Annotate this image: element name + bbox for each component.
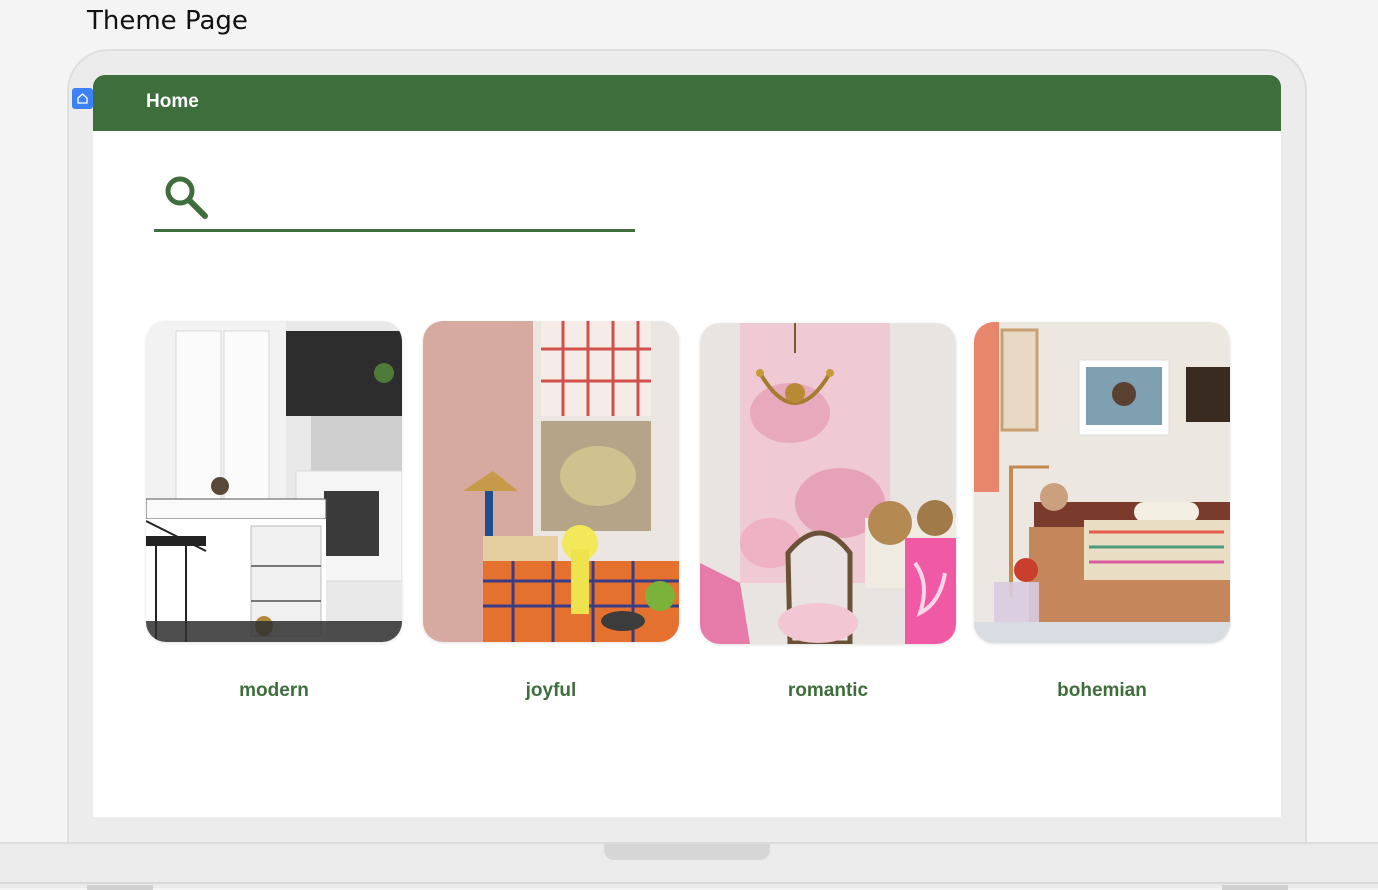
laptop-notch xyxy=(604,844,770,860)
base-divider xyxy=(0,882,1378,884)
search-bar[interactable] xyxy=(154,169,635,232)
romantic-room-photo[interactable] xyxy=(700,323,956,644)
search-input[interactable] xyxy=(220,179,624,217)
modern-kitchen-photo[interactable] xyxy=(146,321,402,642)
theme-card-bohemian[interactable]: bohemian xyxy=(974,322,1230,701)
home-badge-icon[interactable] xyxy=(72,88,93,109)
app-screen: Home modern joyful romantic bohemian xyxy=(93,75,1281,817)
laptop-base xyxy=(0,842,1378,890)
nav-home-link[interactable]: Home xyxy=(146,91,199,113)
joyful-room-photo[interactable] xyxy=(423,321,679,642)
page-frame-title: Theme Page xyxy=(87,6,248,36)
theme-label-bohemian[interactable]: bohemian xyxy=(974,680,1230,702)
theme-label-joyful[interactable]: joyful xyxy=(423,680,679,702)
top-nav-bar: Home xyxy=(93,75,1281,131)
search-icon[interactable] xyxy=(160,171,210,221)
theme-label-modern[interactable]: modern xyxy=(146,680,402,702)
theme-label-romantic[interactable]: romantic xyxy=(700,680,956,702)
theme-card-joyful[interactable]: joyful xyxy=(423,321,679,701)
theme-card-romantic[interactable]: romantic xyxy=(700,323,956,701)
theme-card-modern[interactable]: modern xyxy=(146,321,402,701)
bohemian-bedroom-photo[interactable] xyxy=(974,322,1230,643)
